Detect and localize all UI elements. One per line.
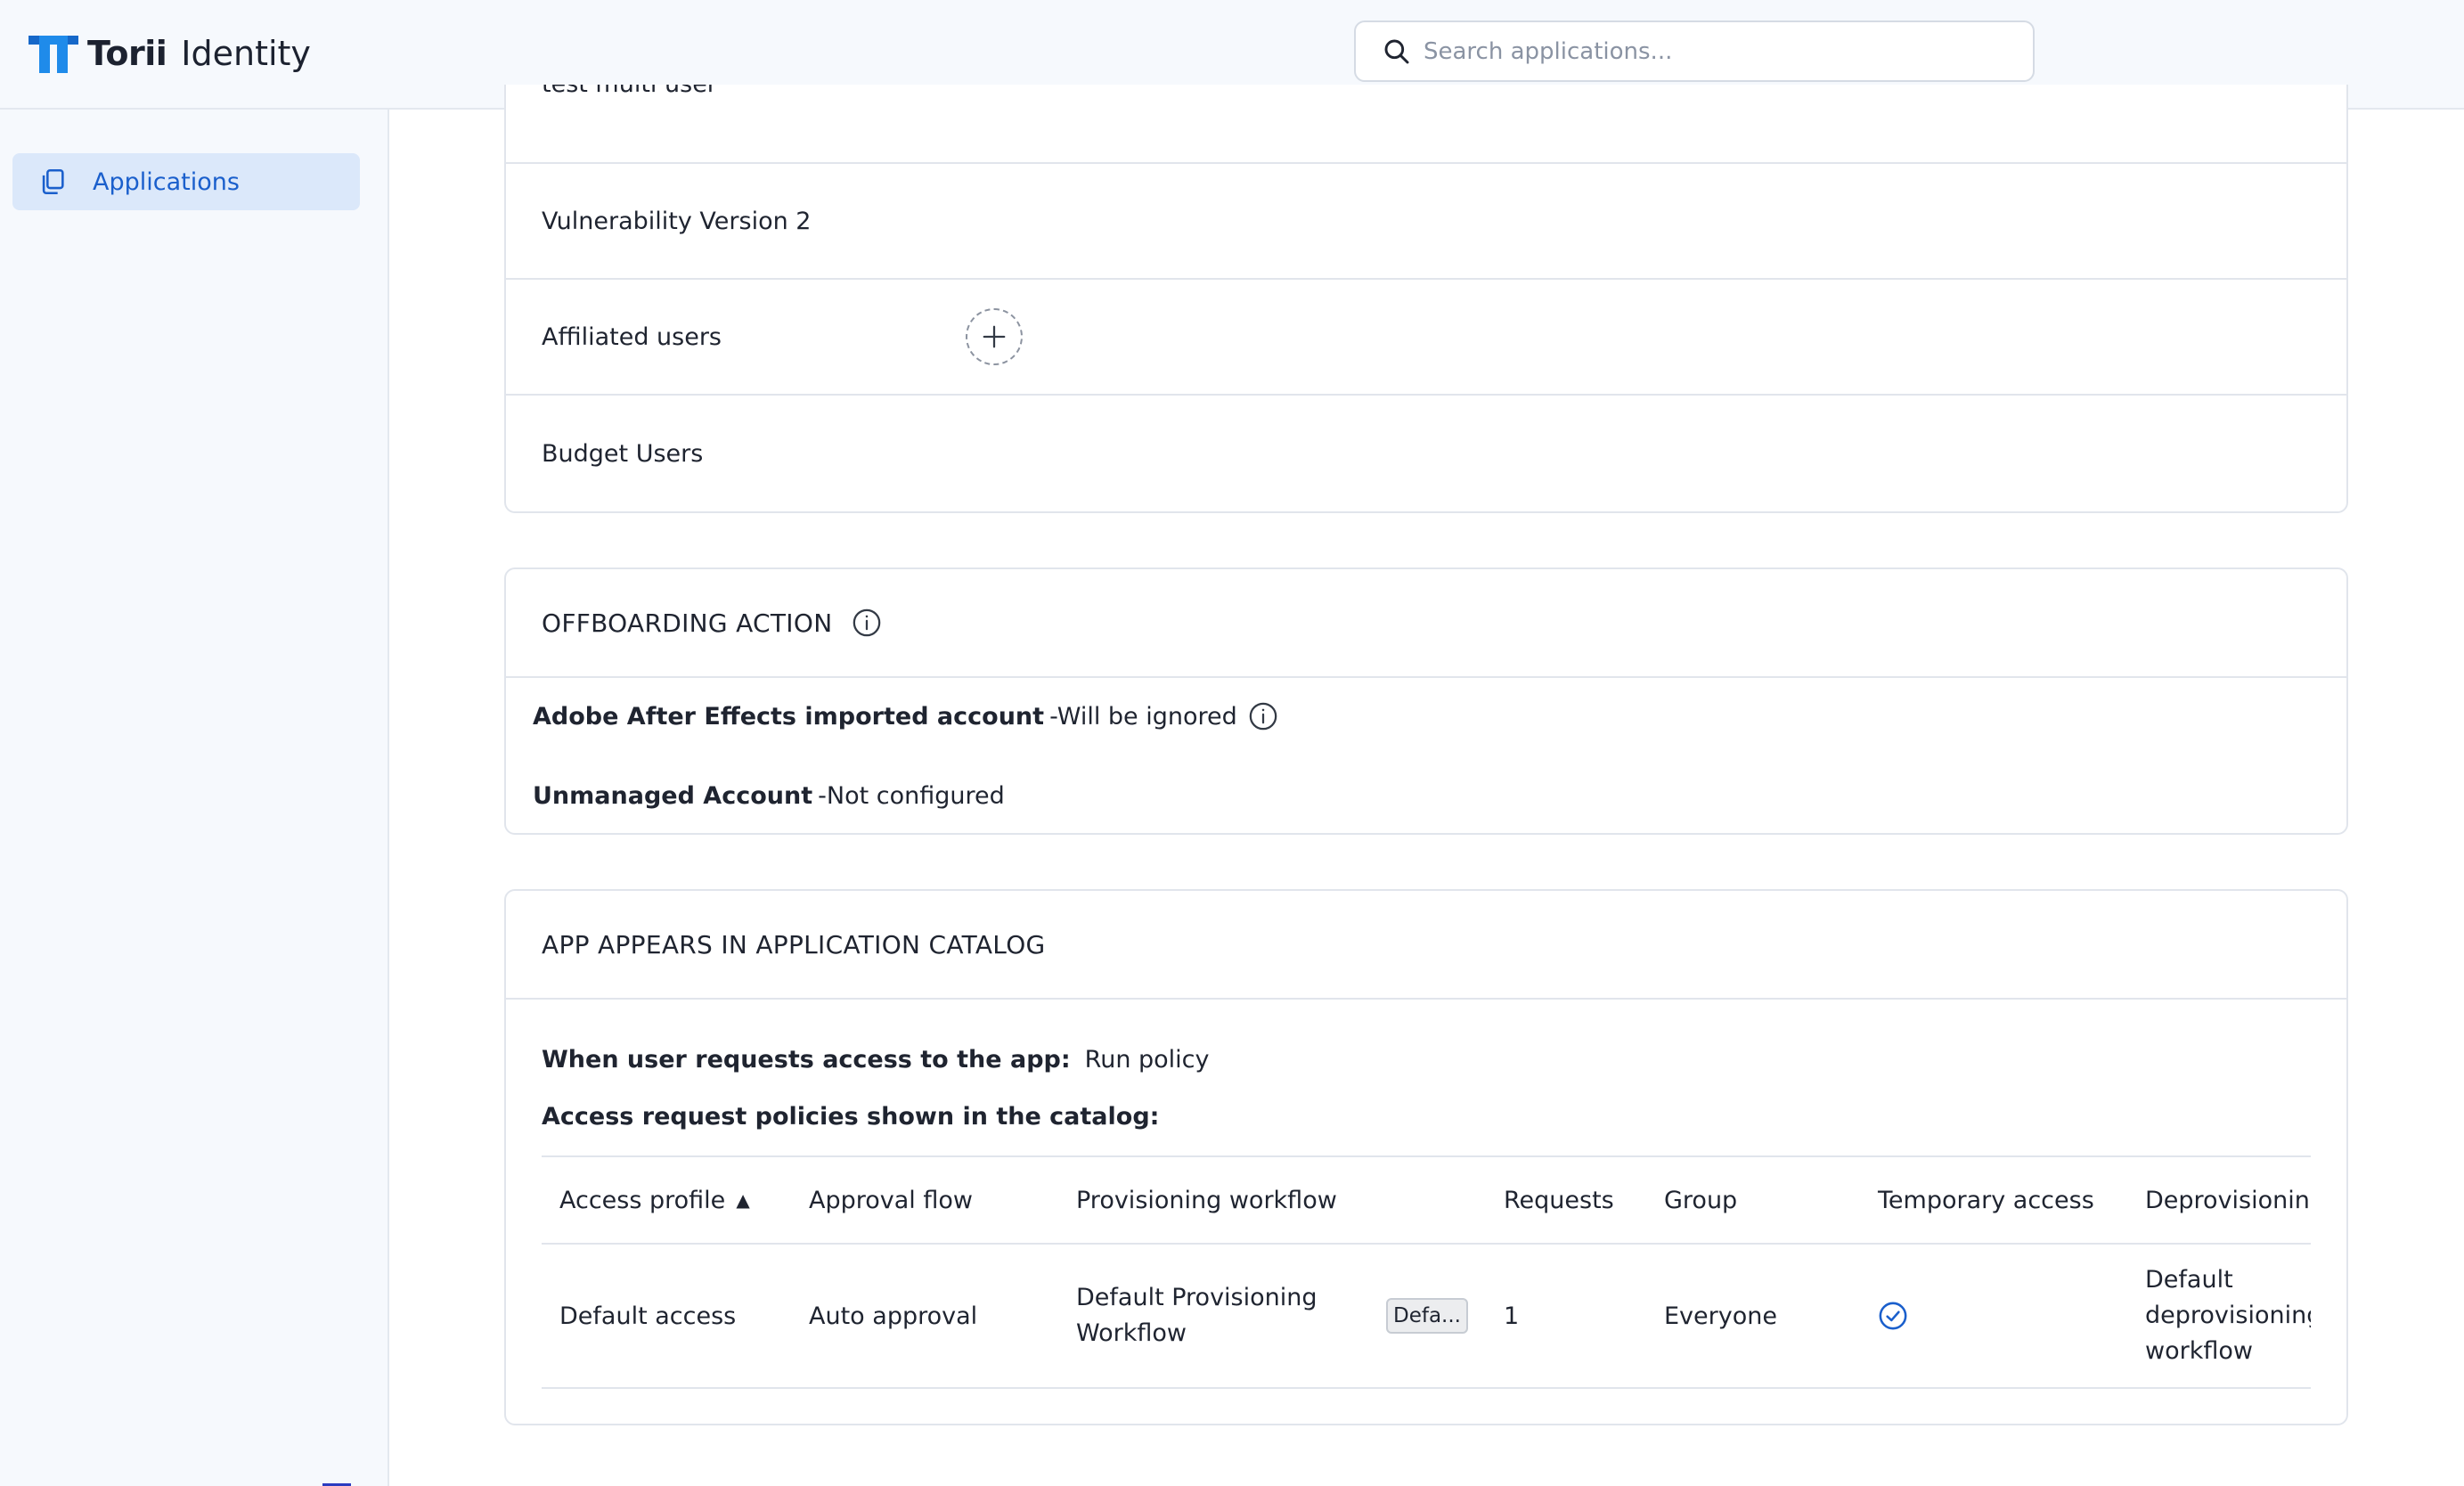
- catalog-card: APP APPEARS IN APPLICATION CATALOG When …: [504, 889, 2348, 1425]
- detail-row-affiliated-users: Affiliated users: [506, 280, 2346, 396]
- search-input[interactable]: [1424, 37, 1994, 65]
- sidebar: Applications: [0, 110, 389, 1486]
- search-icon: [1384, 39, 1409, 63]
- sidebar-item-applications[interactable]: Applications: [12, 153, 360, 210]
- details-card: test multi user Vulnerability Version 2 …: [504, 85, 2348, 513]
- detail-row-budget-users: Budget Users: [506, 396, 2346, 511]
- account-name: Unmanaged Account: [533, 781, 813, 810]
- detail-row-label: Vulnerability Version 2: [542, 207, 812, 235]
- column-header-access-profile[interactable]: Access profile ▲: [559, 1157, 750, 1243]
- column-header-approval-flow[interactable]: Approval flow: [809, 1157, 973, 1243]
- torii-logo-icon: [29, 36, 78, 73]
- policies-label: Access request policies shown in the cat…: [542, 1103, 1160, 1131]
- cell-group: Everyone: [1664, 1302, 1777, 1330]
- plus-icon: [983, 325, 1006, 348]
- request-policy-label: When user requests access to the app:: [542, 1046, 1071, 1074]
- cell-provisioning-workflow: Default Provisioning Workflow: [1076, 1284, 1318, 1347]
- detail-row-label: test multi user: [542, 85, 717, 99]
- logo-wordmark-bold: Torii: [87, 34, 167, 73]
- logo-wordmark-light: Identity: [181, 34, 311, 73]
- sidebar-item-label: Applications: [93, 167, 240, 196]
- request-policy-value: Run policy: [1084, 1046, 1210, 1074]
- policies-heading: Access request policies shown in the cat…: [542, 1103, 1173, 1131]
- detail-row-vulnerability-version: Vulnerability Version 2: [506, 164, 2346, 280]
- detail-row-label: Affiliated users: [542, 323, 722, 351]
- offboarding-line: Adobe After Effects imported account -Wi…: [533, 698, 1278, 734]
- detail-row-partial: test multi user: [506, 85, 2346, 164]
- catalog-header: APP APPEARS IN APPLICATION CATALOG: [506, 891, 2346, 1000]
- column-header-provisioning-workflow[interactable]: Provisioning workflow: [1076, 1157, 1337, 1243]
- info-icon[interactable]: [1248, 701, 1278, 731]
- check-circle-icon: [1879, 1302, 1907, 1330]
- access-policies-table: Access profile ▲ Approval flow Provision…: [542, 1155, 2311, 1389]
- default-workflow-chip[interactable]: Defa...: [1386, 1298, 1468, 1334]
- section-title: OFFBOARDING ACTION: [542, 608, 833, 638]
- cell-deprovisioning: Default deprovisioning workflow: [2145, 1266, 2311, 1365]
- cell-access-profile: Default access: [559, 1302, 737, 1330]
- detail-row-label: Budget Users: [542, 439, 704, 468]
- section-title: APP APPEARS IN APPLICATION CATALOG: [542, 929, 1046, 959]
- cell-requests: 1: [1504, 1302, 1520, 1330]
- add-user-button[interactable]: [966, 308, 1023, 365]
- copy-icon: [42, 168, 64, 195]
- account-status: -Will be ignored: [1049, 702, 1237, 731]
- table-row[interactable]: Default access Auto approval Default Pro…: [542, 1245, 2311, 1389]
- offboarding-line: Unmanaged Account -Not configured: [533, 778, 1005, 813]
- account-name: Adobe After Effects imported account: [533, 702, 1045, 731]
- column-header-deprovisioning[interactable]: Deprovisioning: [2145, 1157, 2311, 1243]
- column-header-requests[interactable]: Requests: [1504, 1157, 1614, 1243]
- info-icon[interactable]: [852, 608, 882, 638]
- offboarding-header: OFFBOARDING ACTION: [506, 569, 2346, 678]
- column-header-temporary-access[interactable]: Temporary access: [1878, 1157, 2094, 1243]
- logo[interactable]: Torii Identity: [27, 29, 311, 78]
- cell-temporary-access: [1878, 1245, 1908, 1387]
- request-policy-line: When user requests access to the app: Run…: [542, 1046, 1210, 1074]
- column-header-group[interactable]: Group: [1664, 1157, 1737, 1243]
- account-status: -Not configured: [818, 781, 1005, 810]
- table-header-row: Access profile ▲ Approval flow Provision…: [542, 1155, 2311, 1245]
- offboarding-card: OFFBOARDING ACTION Adobe After Effects i…: [504, 567, 2348, 835]
- cell-approval-flow: Auto approval: [809, 1302, 978, 1330]
- search-box[interactable]: [1354, 20, 2035, 82]
- sort-ascending-icon: ▲: [736, 1189, 750, 1211]
